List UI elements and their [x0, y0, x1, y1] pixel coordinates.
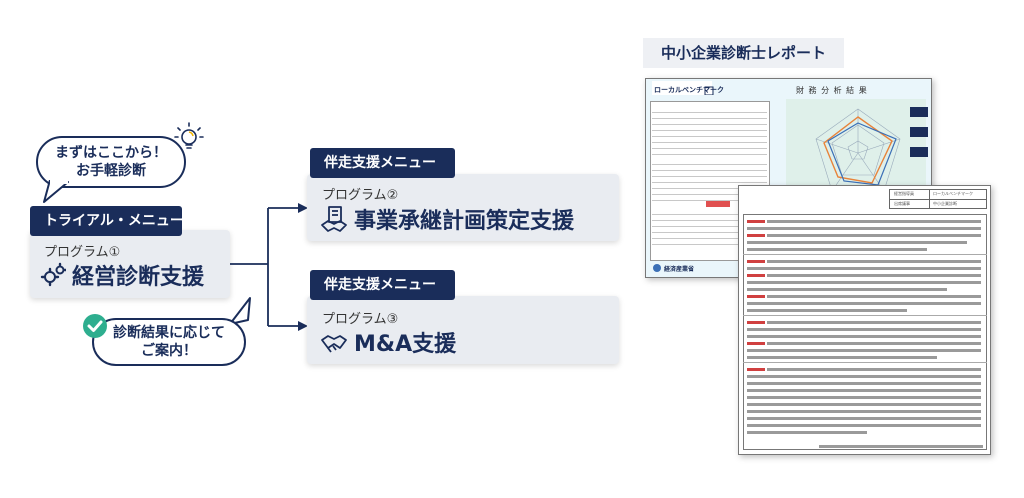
ministry-name: 経済産業省	[664, 266, 695, 273]
program3-program-label: プログラム③	[322, 312, 399, 327]
trial-title: 経営診断支援	[40, 259, 204, 291]
lightbulb-icon	[174, 122, 204, 149]
bubble-line-2: お手軽診断	[76, 163, 146, 179]
ministry-logo-icon	[653, 264, 661, 272]
bubble2-line-2: ご案内！	[141, 343, 197, 359]
report-title: 中小企業診断士レポート	[643, 38, 844, 68]
trial-menu-tag: トライアル・メニュー	[30, 206, 184, 236]
program2-title-text: 事業承継計画策定支援	[354, 209, 575, 234]
back-header-right: ローカルベンチマーク	[933, 191, 973, 196]
program2-program-label: プログラム②	[322, 188, 399, 203]
program2-title: 事業承継計画策定支援	[320, 203, 574, 235]
handshake-document-icon	[321, 206, 347, 232]
gears-icon	[40, 262, 66, 287]
program2-tag: 伴走支援メニュー	[310, 148, 455, 178]
back-header-right2: 中小企業診断	[933, 201, 957, 206]
program3-title-text: M&A支援	[354, 332, 457, 357]
bubble-line-1: まずはここから！	[55, 145, 167, 161]
building-icon	[704, 86, 714, 95]
financial-analysis-title: 財 務 分 析 結 果	[796, 86, 868, 95]
speech-bubble-guidance: 診断結果に応じて ご案内！	[92, 318, 246, 366]
program3-tag: 伴走支援メニュー	[310, 270, 455, 300]
trial-program-label: プログラム①	[44, 245, 121, 260]
program3-title: M&A支援	[320, 326, 456, 358]
report-page-back: 経営指導員 ローカルベンチマーク 出席議事 中小企業診断	[738, 185, 991, 455]
back-header-left2: 出席議事	[894, 201, 910, 206]
bubble-tail	[43, 180, 69, 203]
bubble2-line-1: 診断結果に応じて	[113, 325, 225, 341]
handshake-icon	[321, 335, 347, 353]
checkmark-icon	[83, 314, 107, 338]
back-header-left: 経営指導員	[894, 191, 914, 196]
trial-title-text: 経営診断支援	[72, 265, 205, 290]
